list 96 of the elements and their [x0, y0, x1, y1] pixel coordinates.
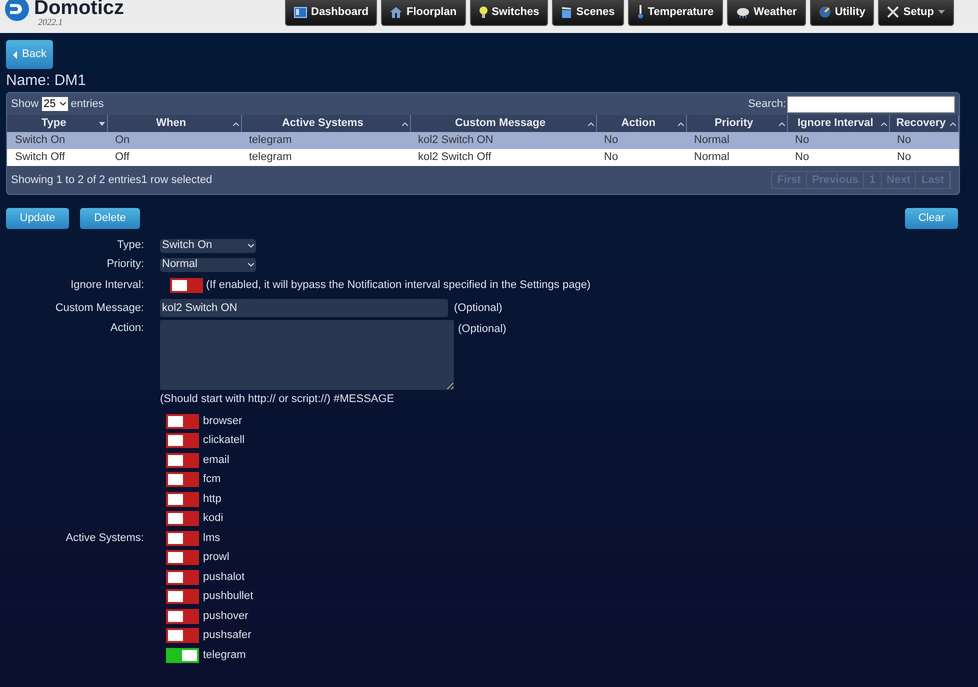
chevron-icon [248, 262, 254, 266]
field-note: (Optional) [458, 322, 506, 337]
table-cell: On [115, 134, 130, 146]
table-cell: Switch Off [15, 151, 65, 164]
select-field[interactable]: Switch On [160, 238, 256, 252]
toggle-switch[interactable] [166, 530, 199, 546]
system-label: pushalot [203, 570, 245, 585]
table-row[interactable]: Switch On On telegram kol2 Switch ON No Normal No No [7, 132, 959, 149]
system-label: email [203, 452, 230, 468]
sort-icon [588, 122, 594, 126]
system-label: browser [203, 414, 242, 429]
sort-desc-icon [98, 122, 105, 126]
nav-button[interactable]: Scenes [552, 0, 624, 26]
system-label: telegram [203, 648, 246, 663]
house-icon [390, 6, 402, 18]
toggle-switch[interactable] [166, 472, 199, 487]
table-info: Showing 1 to 2 of 2 entries1 row selected [11, 172, 212, 188]
page-size-select[interactable]: 25 [42, 97, 68, 111]
sort-icon [232, 122, 239, 126]
select-field[interactable]: Normal [160, 258, 256, 272]
system-label: pushover [203, 608, 248, 624]
toggle-switch[interactable] [166, 452, 199, 468]
field-note: (If enabled, it will bypass the Notification interval specified in the Settings page) [206, 278, 591, 293]
toggle-switch[interactable] [166, 648, 199, 662]
field-label: Action: [109, 321, 144, 336]
field-label: Priority: [106, 257, 144, 272]
toggle-switch[interactable] [166, 492, 199, 506]
field-label: Active Systems: [64, 530, 144, 546]
table-cell: No [897, 151, 912, 164]
table-cell: kol2 Switch ON [418, 134, 494, 146]
clapperboard-icon [561, 6, 572, 18]
table-cell: Switch On [15, 134, 66, 146]
bulb-icon [478, 6, 488, 18]
table-cell: telegram [249, 151, 292, 164]
toggle-switch[interactable] [166, 589, 199, 604]
message-field[interactable]: kol2 Switch ON [160, 299, 448, 317]
monitor-icon [294, 6, 307, 18]
toggle-switch[interactable] [170, 278, 203, 292]
show-label: Show [11, 96, 39, 112]
page-title: Name: DM1 [6, 72, 88, 90]
table-cell: kol2 Switch Off [418, 151, 492, 164]
table-cell: Normal [694, 134, 730, 146]
nav-button[interactable]: Utility [810, 0, 874, 26]
toggle-switch[interactable] [166, 433, 199, 448]
sort-icon [950, 122, 956, 126]
field-note: (Optional) [454, 300, 502, 316]
sort-icon [678, 122, 684, 126]
table-cell: No [795, 134, 810, 146]
search-label: Search: [748, 96, 786, 112]
field-label: Custom Message: [54, 300, 144, 316]
thermometer-icon [636, 5, 644, 19]
action-field[interactable] [160, 320, 454, 390]
cloud-icon [736, 6, 750, 18]
system-label: http [203, 492, 222, 507]
logo-icon [4, 0, 30, 22]
sort-icon [778, 122, 785, 126]
system-label: kodi [203, 511, 224, 526]
table-cell: No [604, 151, 618, 164]
toggle-switch[interactable] [166, 414, 199, 428]
table-cell: No [897, 134, 912, 146]
system-label: lms [203, 530, 220, 546]
nav-button[interactable]: Temperature [628, 0, 723, 26]
nav-button[interactable]: Weather [726, 0, 806, 26]
search-field[interactable] [787, 96, 955, 112]
toggle-switch[interactable] [166, 608, 199, 624]
back-arrow-icon [13, 50, 17, 58]
table-cell: Off [115, 151, 130, 164]
toggle-switch[interactable] [166, 511, 199, 526]
system-label: pushbullet [203, 589, 254, 604]
gauge-icon [818, 6, 831, 18]
table-cell: Normal [694, 151, 730, 164]
table-cell: No [795, 151, 810, 164]
nav-button[interactable]: Floorplan [381, 0, 466, 26]
nav-button[interactable]: Dashboard [285, 0, 378, 26]
system-label: pushsafer [203, 628, 252, 644]
sort-icon [402, 122, 408, 126]
toggle-switch[interactable] [166, 570, 199, 584]
chevron-icon [60, 102, 66, 106]
nav-button[interactable]: Setup [878, 0, 954, 26]
table-cell: telegram [249, 134, 292, 146]
table-row[interactable]: Switch Off Off telegram kol2 Switch Off No Normal No No [7, 149, 959, 166]
nav-button[interactable]: Switches [470, 0, 548, 26]
toggle-switch[interactable] [166, 550, 199, 565]
table-cell: No [604, 134, 618, 146]
system-label: prowl [203, 550, 230, 566]
action-hint: (Should start with http:// or script://) #MESSAGE [160, 392, 394, 407]
version-text: 2022.1 [38, 18, 64, 27]
system-label: fcm [203, 472, 221, 488]
field-label: Ignore Interval: [70, 278, 144, 293]
tools-icon [887, 6, 900, 18]
field-label: Type: [116, 238, 144, 254]
toggle-switch[interactable] [166, 628, 199, 643]
entries-label: entries [70, 96, 104, 112]
chevron-icon [248, 244, 254, 248]
system-label: clickatell [203, 433, 245, 448]
sort-icon [880, 122, 887, 126]
